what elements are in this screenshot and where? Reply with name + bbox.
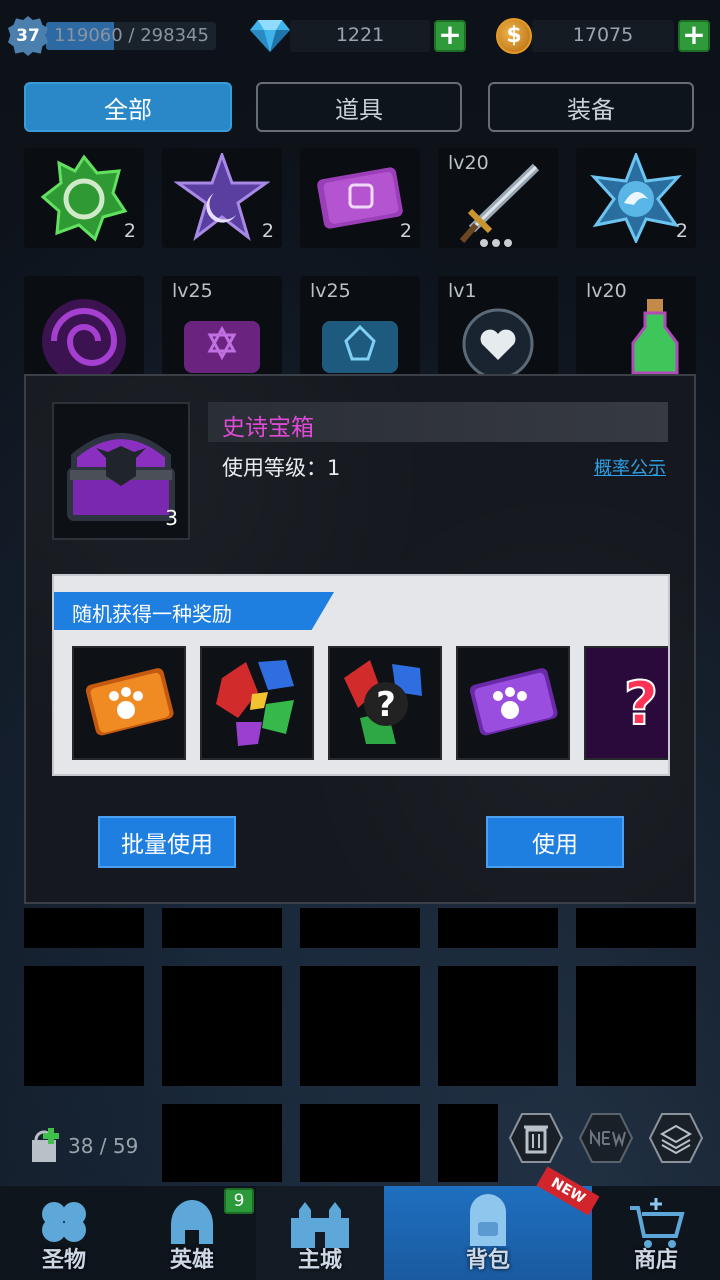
batch-use-button[interactable]: 批量使用	[98, 816, 236, 868]
inventory-slot[interactable]: lv20	[438, 148, 558, 248]
exp-bar: 119060 / 298345	[46, 22, 216, 50]
inventory-slot[interactable]: 2	[576, 148, 696, 248]
question-mark: ?	[376, 685, 396, 725]
item-level: lv20	[586, 280, 627, 302]
inventory-slot[interactable]	[24, 276, 144, 376]
inventory-slot[interactable]: 2	[300, 148, 420, 248]
resource-bar: 119060 / 298345 37 1221 + $ 17075 +	[0, 0, 720, 72]
empty-slot[interactable]	[300, 1104, 420, 1182]
empty-slot[interactable]	[438, 1104, 498, 1182]
empty-slot[interactable]	[162, 966, 282, 1086]
coin-count: 17075	[572, 24, 634, 46]
sword-icon	[459, 163, 540, 247]
inventory-slot[interactable]: 2	[162, 148, 282, 248]
empty-slot[interactable]	[576, 966, 696, 1086]
question-mark-icon: ?	[586, 648, 668, 758]
empty-slot[interactable]	[162, 908, 282, 948]
diamond-icon	[250, 20, 290, 52]
item-count: 2	[675, 220, 688, 242]
inventory-slot[interactable]: lv1	[438, 276, 558, 376]
item-icon-frame: 3	[52, 402, 190, 540]
bag-capacity: 38 / 59	[68, 1134, 139, 1158]
new-filter-icon[interactable]	[578, 1112, 634, 1164]
item-quantity: 3	[165, 506, 178, 530]
reward-item[interactable]: ?	[584, 646, 668, 760]
reward-panel: 随机获得一种奖励 ? ?	[52, 574, 670, 776]
purple-moon-star-icon	[174, 153, 270, 242]
item-detail-dialog: 3 史诗宝箱 使用等级：1 概率公示 随机获得一种奖励 ? ? 批量使用 使用	[24, 374, 696, 904]
reward-item[interactable]	[456, 646, 570, 760]
inventory-slot[interactable]: 2	[24, 148, 144, 248]
coin-icon: $	[496, 18, 532, 54]
reward-title-banner: 随机获得一种奖励	[54, 592, 334, 630]
purple-paw-ticket-icon	[469, 668, 558, 736]
potion-icon	[631, 299, 679, 375]
nav-relics[interactable]: 圣物	[0, 1186, 128, 1280]
purple-ticket-icon	[317, 167, 403, 229]
empty-slot[interactable]	[576, 908, 696, 948]
empty-slot[interactable]	[438, 908, 558, 948]
use-level: 使用等级：1	[222, 456, 341, 480]
question-mark: ?	[624, 669, 659, 739]
trash-icon[interactable]	[508, 1112, 564, 1164]
item-level: lv1	[448, 280, 477, 302]
cart-icon	[630, 1198, 685, 1248]
item-name-bar: 史诗宝箱	[208, 402, 668, 442]
layers-icon[interactable]	[648, 1112, 704, 1164]
item-count: 2	[261, 220, 274, 242]
empty-slot[interactable]	[300, 966, 420, 1086]
reward-item[interactable]: ?	[328, 646, 442, 760]
gem-count: 1221	[335, 24, 385, 46]
empty-slot[interactable]	[24, 908, 144, 948]
empty-slot[interactable]	[300, 908, 420, 948]
item-level: lv25	[172, 280, 213, 302]
castle-icon	[291, 1202, 349, 1248]
heroes-notification-badge: 9	[224, 1188, 254, 1214]
tab-all[interactable]: 全部	[24, 82, 232, 132]
inventory-slot[interactable]: lv25	[300, 276, 420, 376]
item-count: 2	[123, 220, 136, 242]
orange-paw-ticket-icon	[85, 668, 174, 736]
exp-text: 119060 / 298345	[54, 25, 209, 46]
inventory-slot[interactable]: lv25	[162, 276, 282, 376]
reward-item[interactable]	[200, 646, 314, 760]
reward-title: 随机获得一种奖励	[72, 602, 232, 626]
backpack-icon	[470, 1194, 506, 1246]
tab-items[interactable]: 道具	[256, 82, 462, 132]
empty-slot[interactable]	[24, 966, 144, 1086]
probability-link[interactable]: 概率公示	[594, 454, 666, 480]
purple-scroll-icon	[184, 321, 260, 373]
helmet-icon	[171, 1200, 213, 1244]
gem-counter: 1221	[290, 20, 430, 52]
player-level-badge[interactable]: 37	[8, 16, 48, 56]
use-button[interactable]: 使用	[486, 816, 624, 868]
clover-icon	[42, 1202, 86, 1242]
tab-equipment[interactable]: 装备	[488, 82, 694, 132]
blue-star-emblem-icon	[590, 153, 682, 243]
blue-scroll-icon	[322, 321, 398, 373]
add-coins-button[interactable]: +	[678, 20, 710, 52]
item-level: lv25	[310, 280, 351, 302]
inventory-slot[interactable]: lv20	[576, 276, 696, 376]
mystery-gem-icon: ?	[344, 660, 422, 744]
green-dragon-emblem-icon	[40, 154, 128, 242]
item-name: 史诗宝箱	[222, 415, 314, 441]
nav-shop[interactable]: 商店	[592, 1186, 720, 1280]
heart-rune-icon	[462, 308, 534, 376]
empty-slot[interactable]	[438, 966, 558, 1086]
reward-item[interactable]	[72, 646, 186, 760]
add-gems-button[interactable]: +	[434, 20, 466, 52]
gem-pile-icon	[216, 660, 294, 746]
item-count: 2	[399, 220, 412, 242]
empty-slot[interactable]	[162, 1104, 282, 1182]
nav-main-city[interactable]: 主城	[256, 1186, 384, 1280]
bottom-nav: 圣物 英雄 主城 背包 商店	[0, 1186, 720, 1280]
coin-counter: 17075	[532, 20, 674, 52]
bag-expand-icon[interactable]	[24, 1126, 64, 1166]
purple-vortex-icon	[42, 299, 126, 376]
